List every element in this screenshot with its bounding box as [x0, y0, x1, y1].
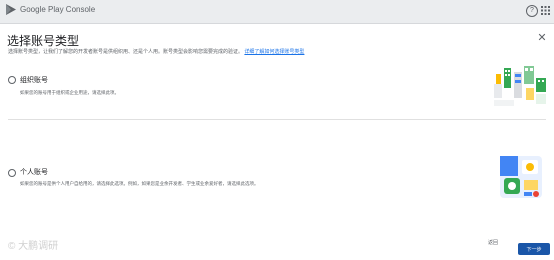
option-organization-description: 如果您的账号用于组织或企业用途，请选择此项。	[20, 90, 119, 95]
subtitle-text: 选择账号类型，让我们了解您的开发者账号是供组织用、还是个人用。账号类型会影响您需…	[8, 49, 244, 55]
play-logo-icon	[6, 4, 16, 15]
apps-grid-icon[interactable]	[541, 6, 550, 15]
option-personal[interactable]: 个人账号 如果您的账号是供个人用户自给用的，请选择此选项。例如，如果您是业余开发…	[0, 120, 554, 206]
dialog-footer: © 大鹏调研 返回 下一步	[0, 215, 554, 260]
radio-personal[interactable]	[8, 169, 16, 177]
app-name: Google Play Console	[20, 5, 96, 14]
option-organization-title: 组织账号	[20, 77, 48, 84]
top-bar: Google Play Console ?	[0, 0, 554, 24]
close-button[interactable]: ✕	[536, 32, 548, 44]
personal-illustration-icon	[500, 156, 542, 198]
watermark: © 大鹏调研	[8, 241, 59, 252]
dialog-subtitle: 选择账号类型，让我们了解您的开发者账号是供组织用、还是个人用。账号类型会影响您需…	[8, 48, 304, 55]
option-personal-title: 个人账号	[20, 169, 48, 176]
learn-more-link[interactable]: 详细了解如何选择账号类型	[244, 49, 304, 55]
next-button[interactable]: 下一步	[518, 243, 550, 255]
app-logo[interactable]: Google Play Console	[6, 4, 95, 15]
back-button[interactable]: 返回	[488, 239, 498, 246]
option-personal-description: 如果您的账号是供个人用户自给用的，请选择此选项。例如，如果您是业余开发者、学生或…	[20, 181, 259, 186]
organization-illustration-icon	[494, 66, 546, 106]
help-icon[interactable]: ?	[526, 5, 538, 17]
radio-organization[interactable]	[8, 76, 16, 84]
dialog-title: 选择账号类型	[7, 34, 80, 48]
